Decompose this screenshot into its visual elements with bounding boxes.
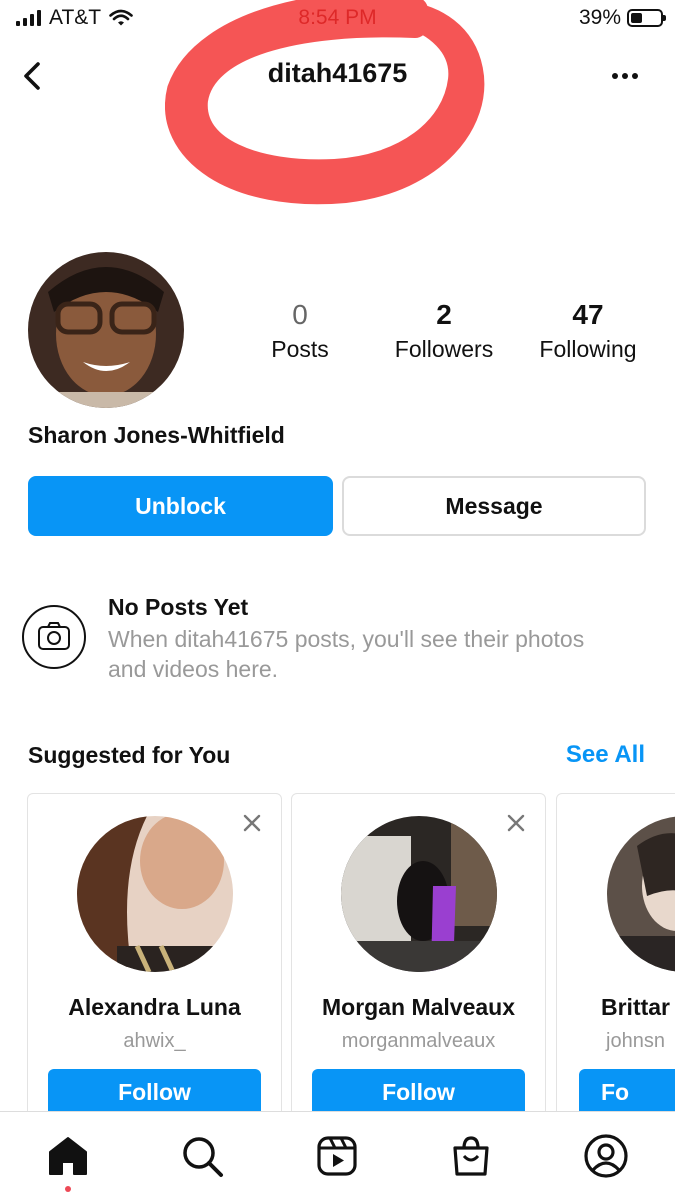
- battery: 39%: [578, 6, 666, 30]
- stat-followers[interactable]: 2 Followers: [369, 298, 519, 366]
- followers-count: 2: [436, 299, 452, 330]
- reels-icon[interactable]: [313, 1132, 361, 1180]
- status-time: 8:54 PM: [298, 6, 377, 29]
- stat-following[interactable]: 47 Following: [513, 298, 663, 366]
- posts-count: 0: [292, 299, 308, 330]
- suggestion-username: johnsn: [606, 1030, 665, 1052]
- status-bar: AT&T 8:54 PM 39%: [0, 0, 675, 40]
- suggestion-avatar[interactable]: [607, 816, 675, 972]
- suggestion-name: Alexandra Luna: [68, 994, 241, 1020]
- shop-icon[interactable]: [447, 1132, 495, 1180]
- suggestion-card[interactable]: Alexandra Luna ahwix_ Follow: [27, 793, 282, 1133]
- no-posts-title: No Posts Yet: [108, 594, 249, 620]
- search-icon[interactable]: [178, 1132, 226, 1180]
- close-icon[interactable]: [505, 812, 527, 834]
- suggestion-avatar[interactable]: [76, 816, 233, 972]
- suggestion-name: Morgan Malveaux: [322, 994, 515, 1020]
- following-label: Following: [539, 336, 637, 362]
- profile-username-title: ditah41675: [267, 58, 408, 88]
- suggestion-card[interactable]: Morgan Malveaux morganmalveaux Follow: [291, 793, 546, 1133]
- unblock-button[interactable]: Unblock: [28, 476, 333, 536]
- battery-icon: [627, 9, 666, 27]
- no-posts-section: No Posts Yet When ditah41675 posts, you'…: [22, 594, 662, 694]
- message-button[interactable]: Message: [342, 476, 646, 536]
- profile-header: ditah41675: [0, 40, 675, 112]
- profile-avatar[interactable]: [28, 252, 184, 408]
- profile-full-name: Sharon Jones-Whitfield: [28, 422, 285, 448]
- camera-icon: [22, 605, 86, 669]
- suggestion-username: ahwix_: [123, 1030, 186, 1052]
- home-active-dot: [65, 1186, 71, 1192]
- profile-icon[interactable]: [582, 1132, 630, 1180]
- suggestion-username: morganmalveaux: [341, 1030, 496, 1052]
- suggested-title: Suggested for You: [28, 742, 231, 768]
- bottom-nav: [0, 1111, 675, 1201]
- home-icon[interactable]: [44, 1132, 92, 1180]
- following-count: 47: [572, 299, 604, 330]
- close-icon[interactable]: [241, 812, 263, 834]
- suggestion-card[interactable]: Brittar johnsn Fo: [556, 793, 675, 1133]
- battery-percent: 39%: [578, 6, 621, 29]
- stat-posts: 0 Posts: [225, 298, 375, 366]
- posts-label: Posts: [271, 336, 329, 362]
- followers-label: Followers: [394, 336, 494, 362]
- suggestion-name: Brittar: [601, 994, 671, 1020]
- see-all-link[interactable]: See All: [566, 741, 645, 769]
- no-posts-description: When ditah41675 posts, you'll see their …: [108, 626, 585, 682]
- more-horizontal-icon[interactable]: [605, 58, 645, 94]
- suggestion-avatar[interactable]: [340, 816, 497, 972]
